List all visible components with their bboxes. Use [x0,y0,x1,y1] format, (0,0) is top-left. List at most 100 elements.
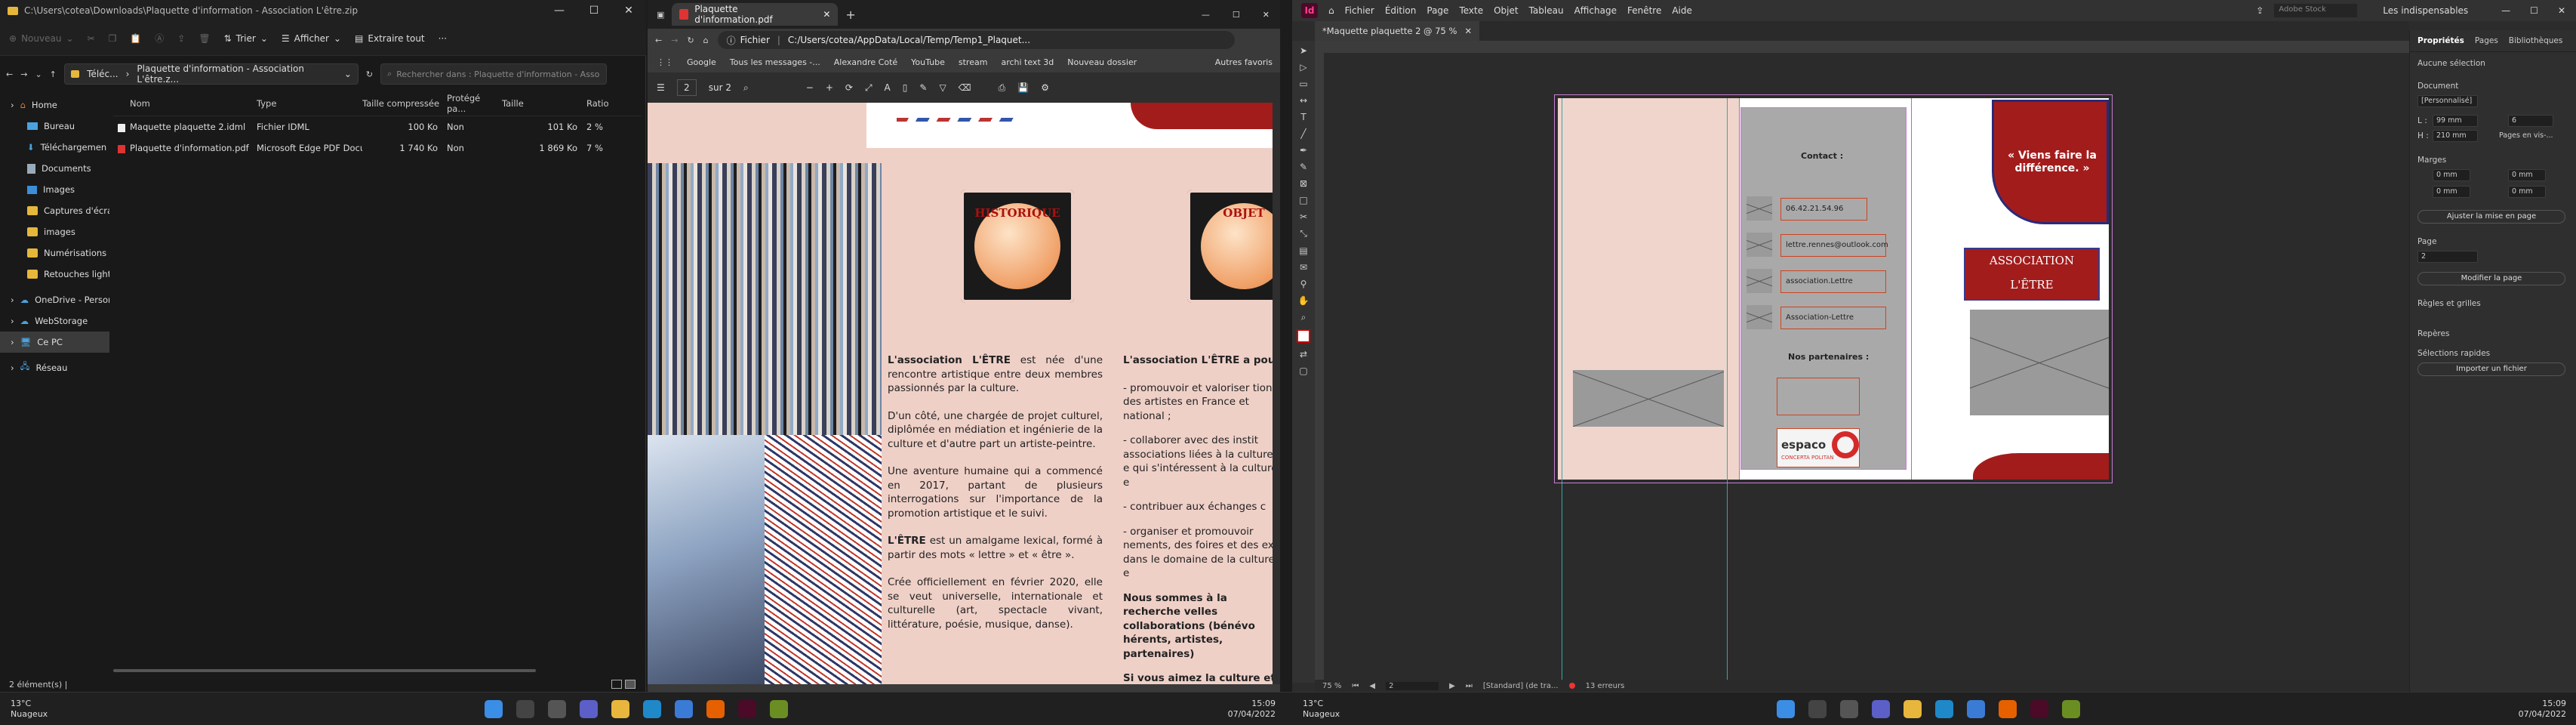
clock[interactable]: 15:09 07/04/2022 [2498,699,2566,720]
width-field[interactable]: 99 mm [2433,115,2478,127]
nav-item-images-folder[interactable]: images [0,221,109,242]
home-icon[interactable]: ⌂ [703,35,709,45]
more-button[interactable]: ··· [439,33,447,44]
new-tab-icon[interactable]: + [845,8,855,22]
search-icon[interactable] [516,700,534,718]
start-icon[interactable] [1777,700,1795,718]
teams-icon[interactable] [1872,700,1890,718]
bookmark-folder[interactable]: Nouveau dossier [1067,57,1137,67]
chevron-down-icon[interactable]: ⌄ [344,69,352,79]
file-row[interactable]: Plaquette d'information.pdf Microsoft Ed… [113,137,642,159]
column-ratio[interactable]: Ratio [586,98,624,109]
details-view-icon[interactable] [611,680,622,689]
transform-tool-icon[interactable]: ⤡ [1300,228,1307,239]
vertical-scrollbar[interactable] [1273,103,1280,684]
rename-icon[interactable]: Ⓐ [155,32,164,45]
nav-item-telechargements[interactable]: ⬇ Téléchargemen [0,137,109,158]
zoom-out-icon[interactable]: − [806,82,814,93]
minimize-button[interactable]: — [2501,5,2510,16]
teams-icon[interactable] [580,700,598,718]
app-icon[interactable] [770,700,788,718]
line-tool-icon[interactable]: ╱ [1300,128,1306,139]
note-tool-icon[interactable]: ✉ [1300,262,1307,273]
minimize-button[interactable]: — [542,5,577,17]
bookmark-stream[interactable]: stream [959,57,988,67]
bookmark-youtube[interactable]: YouTube [911,57,945,67]
draw-icon[interactable]: ✎ [919,82,927,93]
column-name[interactable]: Nom [113,98,257,109]
last-page-icon[interactable]: ⏭ [1466,682,1473,690]
minimize-button[interactable]: — [1202,10,1210,20]
preflight-errors[interactable]: 13 erreurs [1586,682,1625,690]
zoom-level[interactable]: 75 % [1322,682,1341,690]
app-icon[interactable] [2062,700,2080,718]
menu-page[interactable]: Page [1426,5,1448,16]
pen-tool-icon[interactable]: ✒ [1300,145,1307,156]
save-icon[interactable]: 💾 [1017,82,1029,93]
forward-arrow-icon[interactable]: → [671,35,678,45]
pencil-tool-icon[interactable]: ✎ [1300,162,1307,172]
nav-item-reseau[interactable]: › 🖧 Réseau [0,357,109,378]
share-icon[interactable]: ⇪ [2256,5,2264,16]
facing-pages-checkbox[interactable]: Pages en vis-... [2499,131,2553,140]
hand-tool-icon[interactable]: ✋ [1298,295,1310,306]
pages-count-field[interactable]: 6 [2508,115,2553,127]
breadcrumb[interactable]: Téléc... › Plaquette d'information - Ass… [63,63,359,85]
page-tool-icon[interactable]: ▭ [1299,79,1307,89]
search-icon[interactable] [1808,700,1827,718]
view-mode-icon[interactable]: ▢ [1299,366,1307,376]
sort-button[interactable]: ⇅ Trier ⌄ [224,33,268,44]
address-bar[interactable]: ⓘ Fichier | C:/Users/cotea/AppData/Local… [717,31,1235,49]
nav-item-bureau[interactable]: Bureau [0,116,109,137]
share-icon[interactable]: ⇪ [177,33,185,44]
extract-all-button[interactable]: ▤ Extraire tout [355,33,425,44]
nav-item-ce-pc[interactable]: › 🖥 Ce PC [0,332,109,353]
start-icon[interactable] [485,700,503,718]
indesign-icon[interactable] [2030,700,2048,718]
import-file-button[interactable]: Importer un fichier [2418,362,2565,376]
breadcrumb-item[interactable]: Plaquette d'information - Association L'… [137,63,336,85]
bookmark-google[interactable]: Google [687,57,716,67]
direct-selection-tool-icon[interactable]: ▷ [1300,62,1306,72]
horizontal-scrollbar[interactable] [113,669,536,672]
scissors-tool-icon[interactable]: ✂ [1300,211,1307,222]
gap-tool-icon[interactable]: ↔ [1300,95,1307,106]
back-arrow-icon[interactable]: ← [655,35,662,45]
indesign-icon[interactable] [738,700,756,718]
menu-objet[interactable]: Objet [1494,5,1518,16]
menu-edition[interactable]: Édition [1385,5,1417,16]
file-row[interactable]: Maquette plaquette 2.idml Fichier IDML 1… [113,116,642,137]
firefox-icon[interactable] [1999,700,2017,718]
new-button[interactable]: ⊕ Nouveau ⌄ [9,33,74,44]
store-icon[interactable] [675,700,693,718]
paste-icon[interactable]: 📋 [130,33,141,44]
column-compressed[interactable]: Taille compressée [362,98,447,109]
chevron-down-icon[interactable]: ⌄ [35,69,42,79]
highlight-icon[interactable]: ▽ [939,82,946,93]
tab-pages[interactable]: Pages [2475,36,2498,45]
back-arrow-icon[interactable]: ← [6,69,13,79]
nav-item-onedrive[interactable]: ›☁OneDrive - Personal [0,289,109,310]
menu-fenetre[interactable]: Fenêtre [1627,5,1661,16]
nav-item-retouches[interactable]: Retouches lightroo [0,264,109,285]
up-arrow-icon[interactable]: ↑ [50,69,57,79]
menu-texte[interactable]: Texte [1459,5,1483,16]
tab-properties[interactable]: Propriétés [2418,36,2464,45]
bookmark-other[interactable]: Autres favoris [1215,57,1280,67]
clock[interactable]: 15:09 07/04/2022 [1208,699,1276,720]
fill-stroke-icon[interactable] [1297,329,1310,343]
edge-icon[interactable] [643,700,661,718]
nav-item-home[interactable]: › ⌂ Home [0,94,109,116]
selection-tool-icon[interactable]: ➤ [1300,45,1307,56]
contents-icon[interactable]: ☰ [657,82,665,93]
next-page-icon[interactable]: ▶ [1449,682,1455,690]
search-input[interactable]: ⌕ Rechercher dans : Plaquette d'informat… [380,63,608,85]
close-button[interactable]: ✕ [611,5,646,17]
apps-icon[interactable]: ⋮⋮ [657,57,673,67]
height-field[interactable]: 210 mm [2433,130,2478,142]
bookmark-alexandre[interactable]: Alexandre Coté [834,57,897,67]
file-explorer-icon[interactable] [611,700,629,718]
adjust-layout-button[interactable]: Ajuster la mise en page [2418,210,2565,224]
preset-select[interactable]: [Personnalisé] [2418,95,2478,107]
settings-icon[interactable]: ⚙ [1041,82,1049,93]
